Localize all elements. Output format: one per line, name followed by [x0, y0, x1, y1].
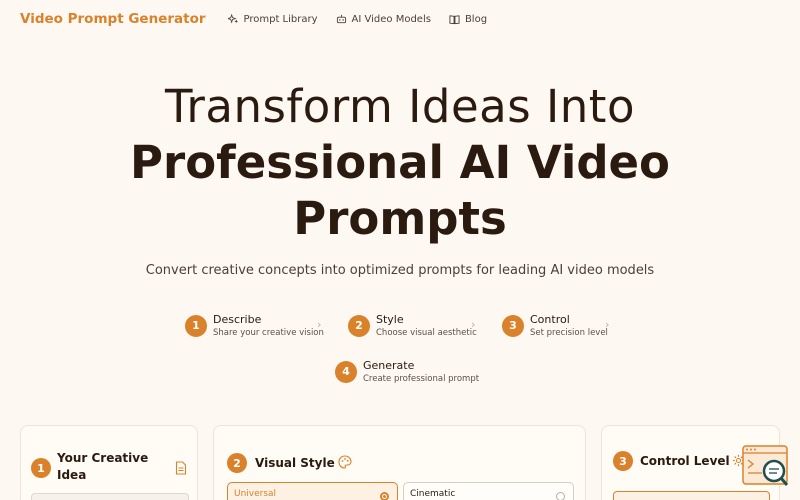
step-description: Choose visual aesthetic — [376, 328, 477, 338]
chevron-right-icon: › — [317, 318, 322, 331]
hero-title-part-a: Professional AI Video — [130, 136, 670, 189]
nav-label: Prompt Library — [243, 13, 318, 25]
step-number: 4 — [335, 360, 357, 383]
step-generate: 4 Generate Create professional prompt — [335, 359, 479, 384]
style-option-cinematic[interactable]: Cinematic — [403, 482, 574, 500]
control-option[interactable] — [613, 491, 770, 500]
robot-icon — [336, 14, 346, 23]
top-navbar: Video Prompt Generator Prompt Library AI… — [0, 0, 800, 38]
chevron-right-icon: › — [471, 318, 476, 331]
step-title: Generate — [363, 359, 415, 372]
nav-blog[interactable]: Blog — [449, 14, 487, 25]
step-description: Share your creative vision — [213, 328, 324, 338]
step-title: Control — [530, 313, 570, 326]
card-step-badge: 1 — [31, 458, 51, 478]
brand-logo[interactable]: Video Prompt Generator — [20, 11, 206, 27]
option-label: Universal — [234, 489, 277, 499]
card-step-badge: 3 — [613, 451, 633, 471]
card-title: Control Level — [640, 454, 730, 468]
hero-subtitle: Convert creative concepts into optimized… — [145, 263, 655, 278]
nav-prompt-library[interactable]: Prompt Library — [227, 13, 318, 25]
card-step-badge: 2 — [227, 453, 247, 473]
step-description: Create professional prompt — [363, 374, 480, 384]
card-title: Visual Style — [255, 456, 335, 470]
style-option-universal[interactable]: Universal — [227, 482, 398, 500]
idea-textarea[interactable] — [31, 493, 189, 500]
step-title: Style — [376, 313, 404, 326]
step-describe: 1 Describe Share your creative vision — [185, 313, 324, 338]
creative-idea-card: 1 Your Creative Idea — [20, 425, 198, 500]
hero-title-line1: Transform Ideas Into — [165, 80, 635, 133]
hero-title-line2: Professional AI Video Prompts — [0, 135, 800, 247]
visual-style-card: 2 Visual Style Universal Cinematic — [213, 425, 586, 500]
document-icon — [175, 461, 187, 475]
step-number: 2 — [348, 314, 370, 337]
nav-label: Blog — [464, 13, 488, 25]
nav-label: AI Video Models — [351, 13, 431, 25]
step-number: 3 — [502, 314, 524, 337]
step-style: 2 Style Choose visual aesthetic — [348, 313, 477, 338]
option-label: Cinematic — [410, 489, 456, 499]
card-title: Your Creative — [57, 451, 149, 465]
step-title: Describe — [213, 313, 262, 326]
step-description: Set precision level — [530, 328, 608, 338]
card-title-cont: Idea — [57, 468, 87, 482]
chevron-right-icon: › — [605, 318, 610, 331]
code-search-icon — [742, 445, 789, 486]
nav-ai-video-models[interactable]: AI Video Models — [336, 14, 431, 25]
inspect-widget[interactable] — [742, 445, 790, 487]
palette-icon — [338, 455, 352, 469]
hero-title-part-b: Prompts — [293, 192, 507, 245]
step-number: 1 — [185, 314, 207, 337]
book-icon — [449, 14, 460, 24]
step-control: 3 Control Set precision level — [502, 313, 608, 338]
radio-selected[interactable] — [380, 492, 389, 500]
sparkles-icon — [227, 13, 238, 24]
radio-unselected[interactable] — [556, 492, 565, 500]
